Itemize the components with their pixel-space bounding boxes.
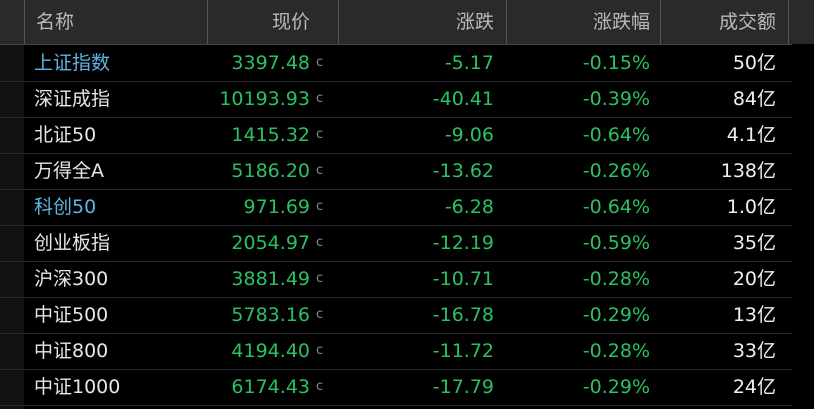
current-price: 5783.16 xyxy=(231,304,310,326)
price-flag: c xyxy=(316,307,324,322)
table-header: 名称 现价 涨跌 涨跌幅 成交额 xyxy=(0,0,814,45)
price-change-pct: -0.29% xyxy=(582,304,650,326)
price-flag: c xyxy=(316,271,324,286)
turnover-amount: 84亿 xyxy=(732,88,776,110)
header-separator xyxy=(338,0,339,44)
index-name[interactable]: 北证50 xyxy=(34,117,96,153)
current-price: 3881.49 xyxy=(231,268,310,290)
price-change-pct: -0.26% xyxy=(582,160,650,182)
table-row[interactable]: 创业板指 2054.97 c -12.19 -0.59% 35亿 xyxy=(0,225,814,262)
price-change-pct: -0.64% xyxy=(582,124,650,146)
price-change: -17.79 xyxy=(432,376,494,398)
index-name[interactable]: 创业板指 xyxy=(34,225,110,261)
header-separator xyxy=(24,0,25,44)
price-change-pct: -0.59% xyxy=(582,232,650,254)
header-name[interactable]: 名称 xyxy=(36,0,74,44)
current-price: 6174.43 xyxy=(231,376,310,398)
price-change: -12.19 xyxy=(432,232,494,254)
price-change: -11.72 xyxy=(432,340,494,362)
price-flag: c xyxy=(316,379,324,394)
price-change-pct: -0.64% xyxy=(582,196,650,218)
current-price: 1415.32 xyxy=(231,124,310,146)
price-change: -5.17 xyxy=(444,52,494,74)
table-row[interactable]: 万得全A 5186.20 c -13.62 -0.26% 138亿 xyxy=(0,153,814,190)
price-flag: c xyxy=(316,343,324,358)
table-row[interactable]: 北证50 1415.32 c -9.06 -0.64% 4.1亿 xyxy=(0,117,814,154)
turnover-amount: 50亿 xyxy=(732,52,776,74)
price-change: -6.28 xyxy=(444,196,494,218)
price-flag: c xyxy=(316,199,324,214)
index-name[interactable]: 上证指数 xyxy=(34,45,110,81)
turnover-amount: 138亿 xyxy=(720,160,776,182)
table-row[interactable]: 科创50 971.69 c -6.28 -0.64% 1.0亿 xyxy=(0,189,814,226)
index-name[interactable]: 科创50 xyxy=(34,189,96,225)
index-name[interactable]: 万得全A xyxy=(34,153,104,189)
turnover-amount: 1.0亿 xyxy=(726,196,776,218)
price-change: -10.71 xyxy=(432,268,494,290)
index-name[interactable]: 中证500 xyxy=(34,297,108,333)
turnover-amount: 20亿 xyxy=(732,268,776,290)
table-row[interactable]: 中证1000 6174.43 c -17.79 -0.29% 24亿 xyxy=(0,369,814,406)
price-flag: c xyxy=(316,55,324,70)
table-row[interactable]: 上证指数 3397.48 c -5.17 -0.15% 50亿 xyxy=(0,45,814,82)
turnover-amount: 35亿 xyxy=(732,232,776,254)
header-separator xyxy=(207,0,208,44)
header-separator xyxy=(506,0,507,44)
index-name[interactable]: 中证800 xyxy=(34,333,108,369)
price-change-pct: -0.39% xyxy=(582,88,650,110)
table-row[interactable]: 沪深300 3881.49 c -10.71 -0.28% 20亿 xyxy=(0,261,814,298)
table-row[interactable]: 深证成指 10193.93 c -40.41 -0.39% 84亿 xyxy=(0,81,814,118)
scrollbar-track[interactable] xyxy=(792,44,814,409)
header-change-pct[interactable]: 涨跌幅 xyxy=(593,0,650,44)
current-price: 2054.97 xyxy=(231,232,310,254)
price-change-pct: -0.15% xyxy=(582,52,650,74)
price-flag: c xyxy=(316,127,324,142)
header-separator xyxy=(788,0,789,44)
turnover-amount: 13亿 xyxy=(732,304,776,326)
price-flag: c xyxy=(316,163,324,178)
header-volume[interactable]: 成交额 xyxy=(719,0,776,44)
price-change: -16.78 xyxy=(432,304,494,326)
index-name[interactable]: 沪深300 xyxy=(34,261,108,297)
index-quote-table: 名称 现价 涨跌 涨跌幅 成交额 上证指数 3397.48 c -5.17 -0.15%… xyxy=(0,0,814,409)
header-change[interactable]: 涨跌 xyxy=(456,0,494,44)
current-price: 10193.93 xyxy=(219,88,310,110)
current-price: 3397.48 xyxy=(231,52,310,74)
current-price: 5186.20 xyxy=(231,160,310,182)
price-change-pct: -0.29% xyxy=(582,376,650,398)
price-change: -40.41 xyxy=(432,88,494,110)
header-price[interactable]: 现价 xyxy=(272,0,310,44)
price-change-pct: -0.28% xyxy=(582,340,650,362)
turnover-amount: 24亿 xyxy=(732,376,776,398)
price-flag: c xyxy=(316,91,324,106)
index-name[interactable]: 深证成指 xyxy=(34,81,110,117)
current-price: 4194.40 xyxy=(231,340,310,362)
turnover-amount: 4.1亿 xyxy=(726,124,776,146)
price-flag: c xyxy=(316,235,324,250)
price-change: -9.06 xyxy=(444,124,494,146)
current-price: 971.69 xyxy=(243,196,310,218)
price-change-pct: -0.28% xyxy=(582,268,650,290)
table-row[interactable]: 中证500 5783.16 c -16.78 -0.29% 13亿 xyxy=(0,297,814,334)
table-row[interactable]: 中证800 4194.40 c -11.72 -0.28% 33亿 xyxy=(0,333,814,370)
price-change: -13.62 xyxy=(432,160,494,182)
header-separator xyxy=(660,0,661,44)
index-name[interactable]: 中证1000 xyxy=(34,369,120,405)
turnover-amount: 33亿 xyxy=(732,340,776,362)
